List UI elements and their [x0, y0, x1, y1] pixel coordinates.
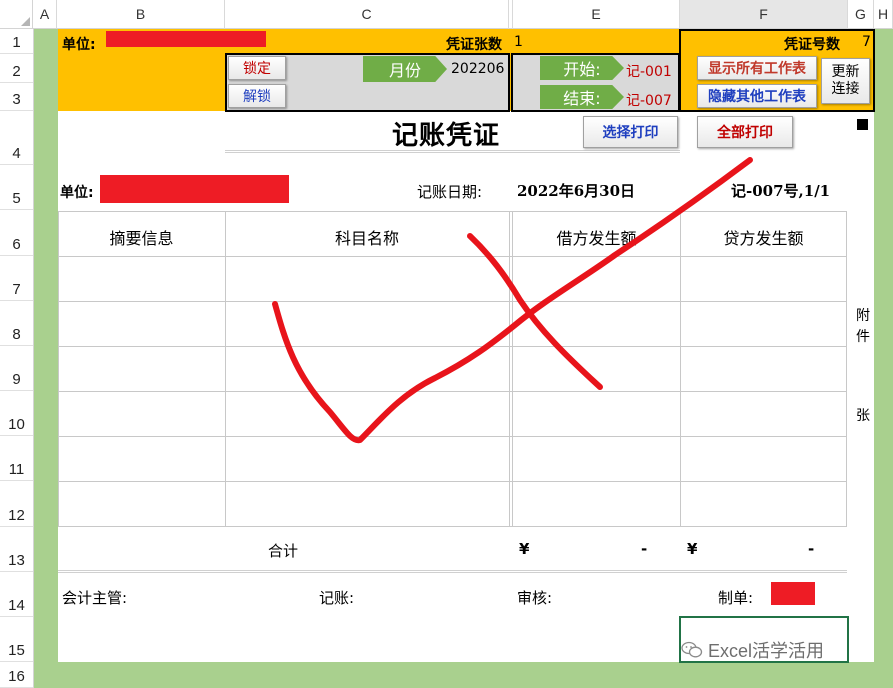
red-check-mark	[272, 157, 753, 444]
red-annotation-marks	[272, 157, 753, 444]
